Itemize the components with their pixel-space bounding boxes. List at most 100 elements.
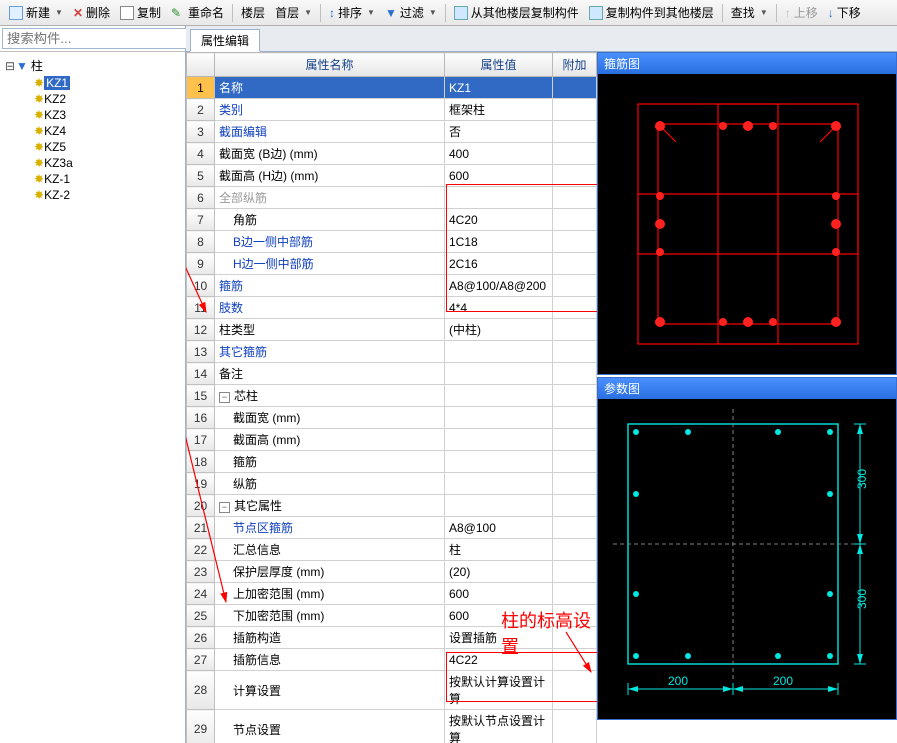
grid-row-20[interactable]: 20−其它属性 bbox=[187, 495, 597, 517]
prop-extra[interactable] bbox=[553, 517, 597, 539]
prop-value[interactable]: KZ1 bbox=[445, 77, 553, 99]
grid-row-5[interactable]: 5截面高 (H边) (mm)600 bbox=[187, 165, 597, 187]
param-diagram[interactable]: 200 200 300 300 bbox=[598, 399, 896, 719]
copy-button[interactable]: 复制 bbox=[116, 2, 165, 23]
collapse-icon[interactable]: − bbox=[219, 502, 230, 513]
grid-row-9[interactable]: 9H边一侧中部筋2C16 bbox=[187, 253, 597, 275]
prop-value[interactable]: 按默认节点设置计算 bbox=[445, 710, 553, 743]
prop-extra[interactable] bbox=[553, 121, 597, 143]
prop-extra[interactable] bbox=[553, 495, 597, 517]
prop-extra[interactable] bbox=[553, 187, 597, 209]
property-grid[interactable]: 属性名称 属性值 附加 1名称KZ12类别框架柱3截面编辑否4截面宽 (B边) … bbox=[186, 52, 597, 743]
prop-extra[interactable] bbox=[553, 627, 597, 649]
firstfloor-button[interactable]: 首层▼ bbox=[271, 2, 316, 23]
prop-extra[interactable] bbox=[553, 407, 597, 429]
prop-extra[interactable] bbox=[553, 385, 597, 407]
grid-row-28[interactable]: 28计算设置按默认计算设置计算 bbox=[187, 671, 597, 710]
grid-row-1[interactable]: 1名称KZ1 bbox=[187, 77, 597, 99]
tab-properties[interactable]: 属性编辑 bbox=[190, 29, 260, 52]
grid-row-22[interactable]: 22汇总信息柱 bbox=[187, 539, 597, 561]
grid-row-2[interactable]: 2类别框架柱 bbox=[187, 99, 597, 121]
collapse-icon[interactable]: ⊟ bbox=[4, 59, 16, 73]
tree-item-KZ-2[interactable]: ✸ KZ-2 bbox=[4, 187, 181, 203]
prop-extra[interactable] bbox=[553, 583, 597, 605]
tree-item-KZ5[interactable]: ✸ KZ5 bbox=[4, 139, 181, 155]
grid-row-14[interactable]: 14备注 bbox=[187, 363, 597, 385]
prop-value[interactable]: 600 bbox=[445, 165, 553, 187]
copyfrom-button[interactable]: 从其他楼层复制构件 bbox=[450, 2, 583, 23]
grid-row-19[interactable]: 19纵筋 bbox=[187, 473, 597, 495]
component-tree[interactable]: ⊟ ▼ 柱 ✸ KZ1✸ KZ2✸ KZ3✸ KZ4✸ KZ5✸ KZ3a✸ K… bbox=[0, 52, 185, 743]
grid-row-7[interactable]: 7角筋4C20 bbox=[187, 209, 597, 231]
grid-row-21[interactable]: 21节点区箍筋A8@100 bbox=[187, 517, 597, 539]
down-button[interactable]: ↓下移 bbox=[824, 2, 865, 23]
grid-row-16[interactable]: 16截面宽 (mm) bbox=[187, 407, 597, 429]
prop-extra[interactable] bbox=[553, 561, 597, 583]
prop-extra[interactable] bbox=[553, 341, 597, 363]
sort-button[interactable]: ↕排序▼ bbox=[325, 2, 379, 23]
floor-button[interactable]: 楼层 bbox=[237, 2, 269, 23]
find-button[interactable]: 查找▼ bbox=[727, 2, 772, 23]
prop-value[interactable] bbox=[445, 363, 553, 385]
prop-value[interactable]: 4*4 bbox=[445, 297, 553, 319]
grid-row-12[interactable]: 12柱类型(中柱) bbox=[187, 319, 597, 341]
prop-value[interactable]: 柱 bbox=[445, 539, 553, 561]
prop-value[interactable]: (20) bbox=[445, 561, 553, 583]
prop-extra[interactable] bbox=[553, 297, 597, 319]
tree-item-KZ3[interactable]: ✸ KZ3 bbox=[4, 107, 181, 123]
prop-extra[interactable] bbox=[553, 275, 597, 297]
prop-value[interactable] bbox=[445, 341, 553, 363]
tree-item-KZ3a[interactable]: ✸ KZ3a bbox=[4, 155, 181, 171]
prop-value[interactable] bbox=[445, 451, 553, 473]
search-input[interactable] bbox=[2, 28, 189, 49]
prop-extra[interactable] bbox=[553, 209, 597, 231]
prop-extra[interactable] bbox=[553, 143, 597, 165]
prop-value[interactable]: (中柱) bbox=[445, 319, 553, 341]
prop-value[interactable]: 600 bbox=[445, 605, 553, 627]
prop-value[interactable]: 4C20 bbox=[445, 209, 553, 231]
grid-row-26[interactable]: 26插筋构造设置插筋 bbox=[187, 627, 597, 649]
grid-row-11[interactable]: 11肢数4*4 bbox=[187, 297, 597, 319]
grid-row-27[interactable]: 27插筋信息4C22 bbox=[187, 649, 597, 671]
prop-extra[interactable] bbox=[553, 165, 597, 187]
prop-extra[interactable] bbox=[553, 649, 597, 671]
filter-button[interactable]: ▼过滤▼ bbox=[381, 2, 441, 23]
grid-row-10[interactable]: 10箍筋A8@100/A8@200 bbox=[187, 275, 597, 297]
prop-extra[interactable] bbox=[553, 99, 597, 121]
prop-value[interactable] bbox=[445, 385, 553, 407]
prop-value[interactable]: 1C18 bbox=[445, 231, 553, 253]
prop-value[interactable]: A8@100/A8@200 bbox=[445, 275, 553, 297]
collapse-icon[interactable]: − bbox=[219, 392, 230, 403]
prop-extra[interactable] bbox=[553, 253, 597, 275]
tree-item-KZ1[interactable]: ✸ KZ1 bbox=[4, 75, 181, 91]
prop-extra[interactable] bbox=[553, 77, 597, 99]
prop-value[interactable]: 600 bbox=[445, 583, 553, 605]
prop-value[interactable] bbox=[445, 429, 553, 451]
prop-value[interactable] bbox=[445, 187, 553, 209]
prop-value[interactable]: 否 bbox=[445, 121, 553, 143]
grid-row-15[interactable]: 15−芯柱 bbox=[187, 385, 597, 407]
grid-row-4[interactable]: 4截面宽 (B边) (mm)400 bbox=[187, 143, 597, 165]
grid-row-25[interactable]: 25下加密范围 (mm)600 bbox=[187, 605, 597, 627]
prop-value[interactable]: A8@100 bbox=[445, 517, 553, 539]
prop-extra[interactable] bbox=[553, 363, 597, 385]
prop-value[interactable] bbox=[445, 407, 553, 429]
grid-row-8[interactable]: 8B边一侧中部筋1C18 bbox=[187, 231, 597, 253]
prop-value[interactable]: 按默认计算设置计算 bbox=[445, 671, 553, 710]
grid-row-18[interactable]: 18箍筋 bbox=[187, 451, 597, 473]
grid-row-13[interactable]: 13其它箍筋 bbox=[187, 341, 597, 363]
prop-value[interactable] bbox=[445, 495, 553, 517]
grid-row-29[interactable]: 29节点设置按默认节点设置计算 bbox=[187, 710, 597, 743]
prop-extra[interactable] bbox=[553, 539, 597, 561]
prop-extra[interactable] bbox=[553, 231, 597, 253]
prop-value[interactable]: 4C22 bbox=[445, 649, 553, 671]
tree-item-KZ4[interactable]: ✸ KZ4 bbox=[4, 123, 181, 139]
prop-extra[interactable] bbox=[553, 473, 597, 495]
grid-row-23[interactable]: 23保护层厚度 (mm)(20) bbox=[187, 561, 597, 583]
rename-button[interactable]: ✎重命名 bbox=[167, 2, 228, 23]
prop-extra[interactable] bbox=[553, 605, 597, 627]
prop-extra[interactable] bbox=[553, 671, 597, 710]
grid-row-17[interactable]: 17截面高 (mm) bbox=[187, 429, 597, 451]
prop-extra[interactable] bbox=[553, 451, 597, 473]
grid-row-3[interactable]: 3截面编辑否 bbox=[187, 121, 597, 143]
